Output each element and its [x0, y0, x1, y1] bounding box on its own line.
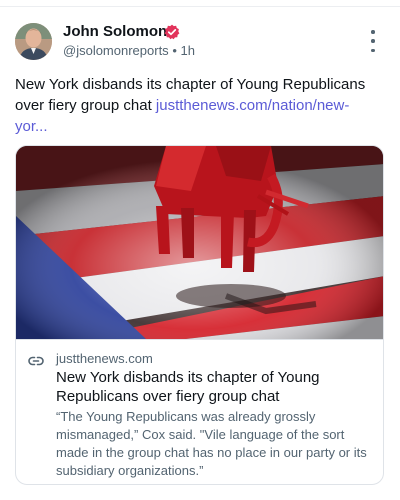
card-body: justthenews.com New York disbands its ch…: [16, 339, 383, 484]
author-handle[interactable]: @jsolomonreports: [63, 43, 169, 58]
card-description: “The Young Republicans was already gross…: [56, 409, 367, 478]
card-domain: justthenews.com: [56, 351, 153, 366]
handle-row: @jsolomonreports • 1h: [63, 43, 195, 59]
card-title[interactable]: New York disbands its chapter of Young R…: [56, 368, 374, 406]
card-image: [16, 146, 383, 339]
dot: [371, 39, 375, 43]
author-name[interactable]: John Solomon: [63, 23, 167, 41]
avatar[interactable]: [15, 23, 52, 60]
link-preview-card[interactable]: justthenews.com New York disbands its ch…: [15, 145, 384, 485]
verified-badge-icon: [164, 24, 180, 40]
post-text: New York disbands its chapter of Young R…: [15, 74, 375, 137]
link-icon: [28, 356, 44, 366]
dot: [371, 30, 375, 34]
more-options-icon[interactable]: [364, 30, 382, 52]
meta-separator: •: [172, 43, 177, 58]
dot: [371, 48, 375, 52]
post-time[interactable]: 1h: [181, 43, 195, 58]
top-divider: [0, 6, 400, 7]
